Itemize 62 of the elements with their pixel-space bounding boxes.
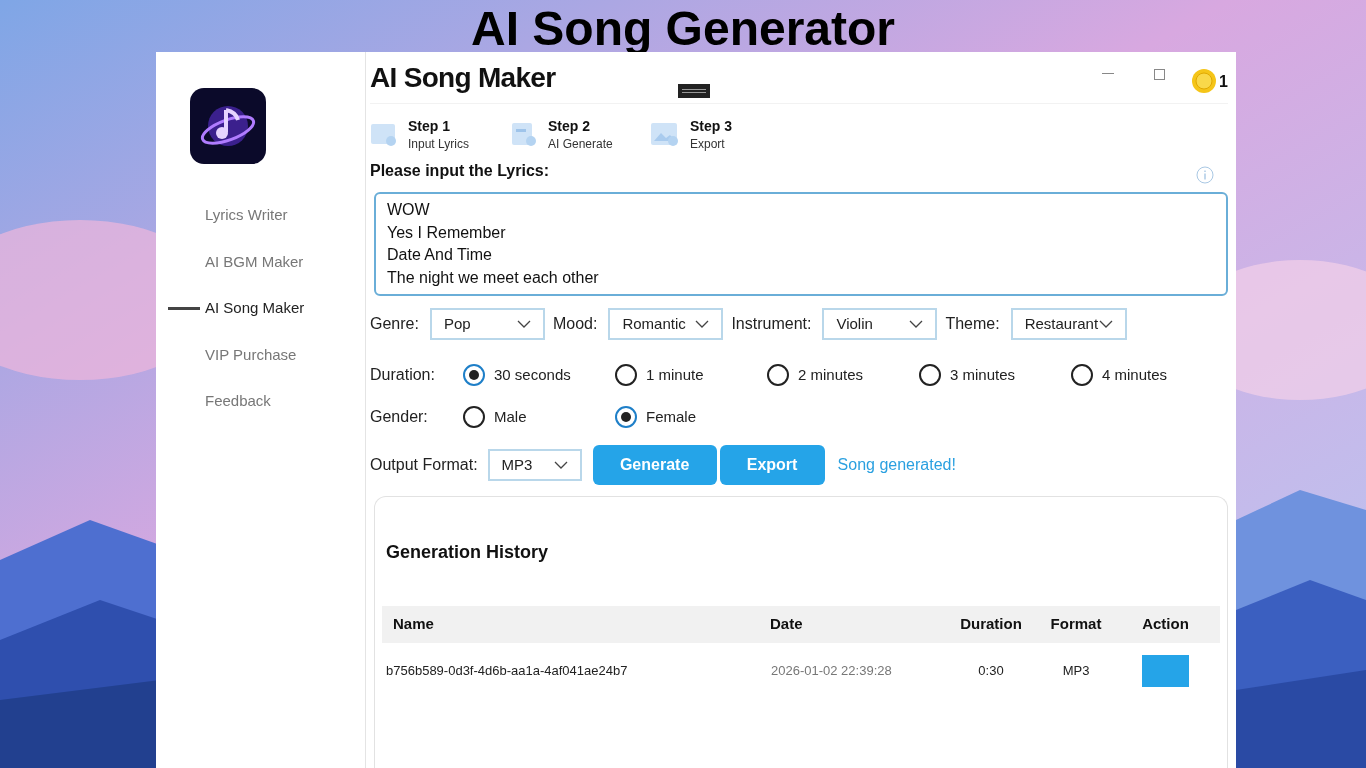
column-header: Name [392, 614, 435, 635]
step-title: Step 2 [548, 117, 591, 135]
dropdown[interactable]: Restaurant [1010, 308, 1127, 340]
chevron-down-icon [695, 320, 710, 328]
chevron-down-icon [1098, 320, 1113, 328]
dropdown[interactable]: Violin [822, 308, 938, 340]
radio-button[interactable] [767, 364, 789, 386]
gender-label: Gender: [370, 407, 429, 427]
maximize-icon[interactable] [1154, 68, 1166, 80]
radio-option[interactable]: 3 minutes [919, 363, 1071, 387]
nav-item[interactable]: AI BGM Maker [156, 238, 365, 285]
nav-item[interactable]: Lyrics Writer [156, 192, 365, 239]
radio-button[interactable] [919, 364, 941, 386]
chevron-down-icon [909, 320, 924, 328]
drag-handle-icon[interactable] [678, 84, 710, 98]
field-label: Genre: [370, 314, 419, 334]
step-title: Step 3 [690, 117, 732, 135]
app-logo-icon [190, 88, 266, 164]
table-cell-text: b756b589-0d3f-4d6b-aa1a-4af041ae24b7 [385, 662, 629, 681]
history-title: Generation History [386, 541, 550, 564]
radio-option[interactable]: Male [463, 405, 615, 429]
field-label: Mood: [552, 314, 598, 334]
radio-option[interactable]: 30 seconds [463, 363, 615, 387]
table-cell-text: 2026-01-02 22:39:28 [770, 662, 893, 681]
lyrics-input[interactable]: WOW Yes I Remember Date And Time The night we meet each other [374, 192, 1228, 296]
dropdown[interactable]: Pop [429, 308, 545, 340]
step-subtitle: AI Generate [548, 136, 613, 153]
dropdown[interactable]: Romantic [608, 308, 724, 340]
field-label: Instrument: [731, 314, 812, 334]
chevron-down-icon [516, 320, 531, 328]
table-cell-text: 0:30 [977, 662, 1005, 681]
lyrics-label: Please input the Lyrics: [370, 161, 549, 181]
page-title: AI Song Maker [370, 60, 556, 95]
dropdown[interactable]: MP3 [487, 449, 582, 481]
step-title: Step 1 [408, 117, 451, 135]
output-format-label: Output Format: [370, 455, 478, 475]
status-message: Song generated! [837, 455, 956, 475]
radio-option[interactable]: 4 minutes [1071, 363, 1223, 387]
column-header: Action [1141, 614, 1190, 635]
duration-label: Duration: [370, 365, 436, 385]
radio-button[interactable] [615, 406, 637, 428]
coin-count: 1 [1219, 72, 1228, 92]
field-label: Theme: [945, 314, 1000, 334]
radio-button[interactable] [463, 406, 485, 428]
radio-option[interactable]: Female [615, 405, 767, 429]
column-header: Date [769, 614, 804, 635]
nav-item[interactable]: AI Song Maker [156, 285, 365, 332]
chevron-down-icon [553, 461, 568, 469]
banner-title: AI Song Generator [469, 1, 897, 57]
nav-item[interactable]: VIP Purchase [156, 331, 365, 378]
step-subtitle: Export [690, 136, 726, 153]
table-cell-text: MP3 [1061, 662, 1091, 681]
radio-option[interactable]: 2 minutes [767, 363, 919, 387]
step-subtitle: Input Lyrics [408, 136, 469, 153]
column-header: Format [1049, 614, 1103, 635]
radio-option[interactable]: 1 minute [615, 363, 767, 387]
radio-button[interactable] [615, 364, 637, 386]
column-header: Duration [959, 614, 1023, 635]
radio-button[interactable] [463, 364, 485, 386]
nav-item[interactable]: Feedback [156, 378, 365, 425]
minimize-icon[interactable] [1102, 73, 1115, 75]
radio-button[interactable] [1071, 364, 1093, 386]
